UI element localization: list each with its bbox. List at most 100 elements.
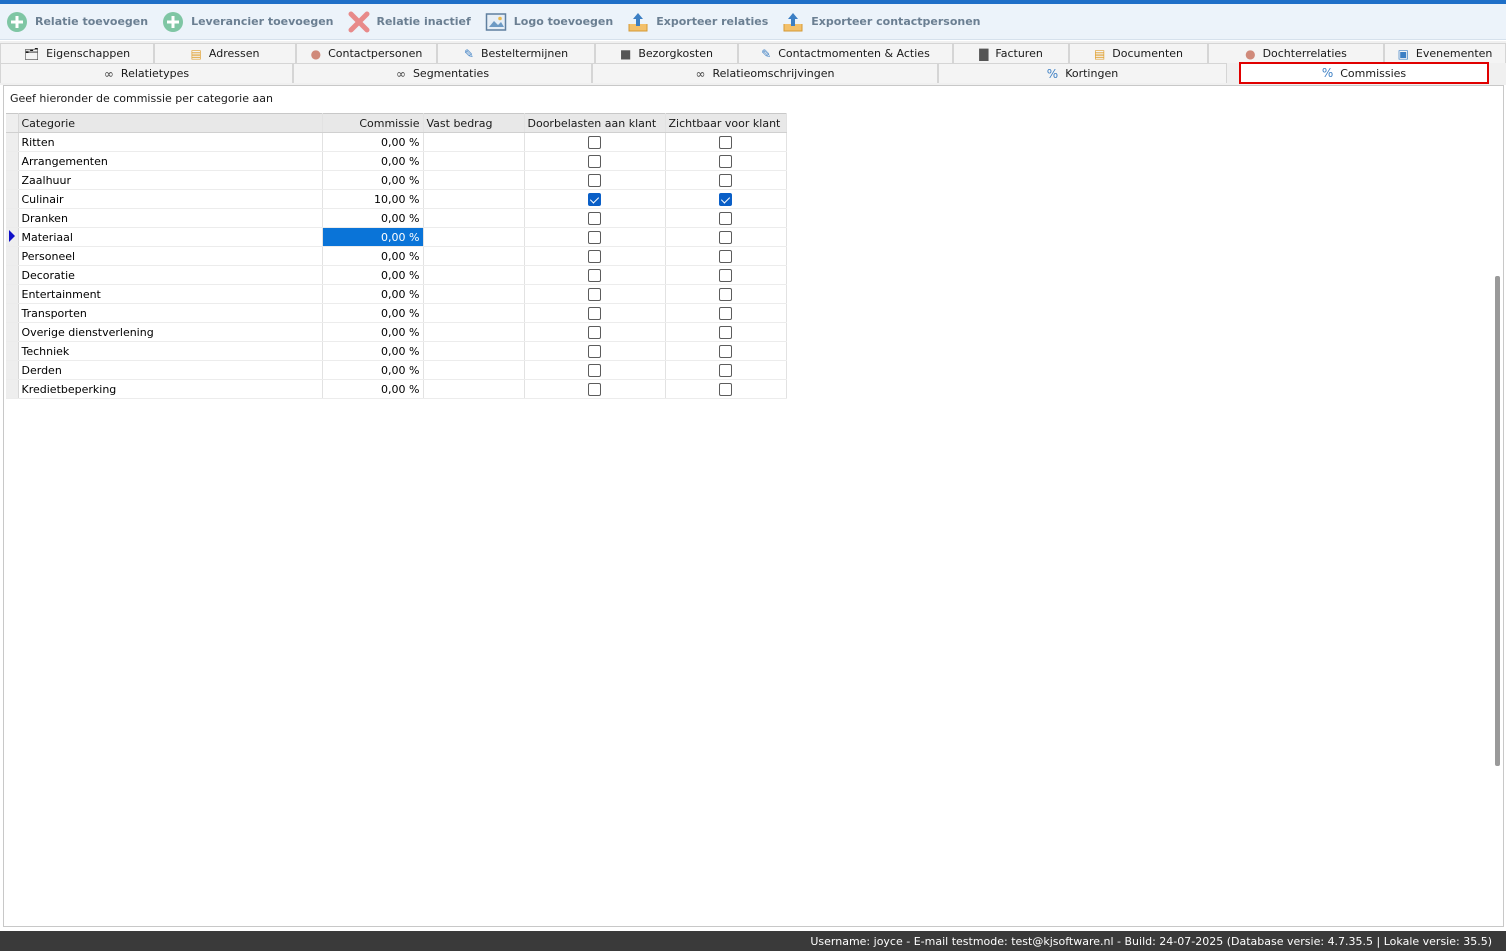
table-row[interactable]: Transporten 0,00 %: [6, 303, 787, 323]
zichtbaar-checkbox[interactable]: [719, 287, 732, 301]
tab-besteltermijnen[interactable]: ✎ Besteltermijnen: [437, 43, 595, 63]
cell-commissie[interactable]: 0,00 %: [322, 284, 424, 304]
table-row[interactable]: Personeel 0,00 %: [6, 246, 787, 266]
table-row[interactable]: Entertainment 0,00 %: [6, 284, 787, 304]
tab-kortingen[interactable]: % Kortingen: [938, 63, 1227, 83]
cell-categorie[interactable]: Techniek: [18, 341, 323, 361]
tab-eigenschappen[interactable]: 🗂 Eigenschappen: [0, 43, 154, 63]
table-row[interactable]: Arrangementen 0,00 %: [6, 151, 787, 171]
doorbelasten-checkbox[interactable]: [588, 268, 601, 282]
cell-categorie[interactable]: Overige dienstverlening: [18, 322, 323, 342]
cell-commissie[interactable]: 0,00 %: [322, 227, 424, 247]
cell-categorie[interactable]: Transporten: [18, 303, 323, 323]
row-indicator[interactable]: [6, 284, 19, 304]
row-indicator[interactable]: [6, 189, 19, 209]
doorbelasten-checkbox[interactable]: [588, 325, 601, 339]
tab-adressen[interactable]: ▤ Adressen: [154, 43, 296, 63]
tab-contactmomenten[interactable]: ✎ Contactmomenten & Acties: [738, 43, 953, 63]
table-row[interactable]: Materiaal 0,00 %: [6, 227, 787, 247]
table-row[interactable]: Zaalhuur 0,00 %: [6, 170, 787, 190]
cell-commissie[interactable]: 0,00 %: [322, 132, 424, 152]
tab-segmentaties[interactable]: ∞ Segmentaties: [293, 63, 592, 83]
cell-vast-bedrag[interactable]: [423, 246, 525, 266]
cell-commissie[interactable]: 10,00 %: [322, 189, 424, 209]
table-row[interactable]: Overige dienstverlening 0,00 %: [6, 322, 787, 342]
zichtbaar-checkbox[interactable]: [719, 192, 732, 206]
exporteer-relaties-button[interactable]: Exporteer relaties: [621, 8, 776, 36]
cell-vast-bedrag[interactable]: [423, 189, 525, 209]
vertical-scrollbar[interactable]: [1495, 276, 1500, 766]
column-header-commissie[interactable]: Commissie: [322, 113, 424, 133]
cell-vast-bedrag[interactable]: [423, 170, 525, 190]
tab-contactpersonen[interactable]: ● Contactpersonen: [296, 43, 437, 63]
doorbelasten-checkbox[interactable]: [588, 287, 601, 301]
doorbelasten-checkbox[interactable]: [588, 135, 601, 149]
tab-documenten[interactable]: ▤ Documenten: [1069, 43, 1208, 63]
cell-vast-bedrag[interactable]: [423, 132, 525, 152]
doorbelasten-checkbox[interactable]: [588, 344, 601, 358]
table-row[interactable]: Dranken 0,00 %: [6, 208, 787, 228]
zichtbaar-checkbox[interactable]: [719, 230, 732, 244]
cell-categorie[interactable]: Derden: [18, 360, 323, 380]
cell-categorie[interactable]: Decoratie: [18, 265, 323, 285]
column-header-zichtbaar[interactable]: Zichtbaar voor klant: [665, 113, 787, 133]
column-header-doorbelasten[interactable]: Doorbelasten aan klant: [524, 113, 666, 133]
cell-categorie[interactable]: Personeel: [18, 246, 323, 266]
cell-commissie[interactable]: 0,00 %: [322, 265, 424, 285]
relatie-toevoegen-button[interactable]: Relatie toevoegen: [0, 8, 156, 36]
doorbelasten-checkbox[interactable]: [588, 363, 601, 377]
doorbelasten-checkbox[interactable]: [588, 211, 601, 225]
zichtbaar-checkbox[interactable]: [719, 268, 732, 282]
cell-vast-bedrag[interactable]: [423, 227, 525, 247]
cell-vast-bedrag[interactable]: [423, 360, 525, 380]
cell-vast-bedrag[interactable]: [423, 322, 525, 342]
leverancier-toevoegen-button[interactable]: Leverancier toevoegen: [156, 8, 341, 36]
table-row[interactable]: Decoratie 0,00 %: [6, 265, 787, 285]
doorbelasten-checkbox[interactable]: [588, 154, 601, 168]
cell-commissie[interactable]: 0,00 %: [322, 246, 424, 266]
cell-categorie[interactable]: Materiaal: [18, 227, 323, 247]
row-indicator[interactable]: [6, 379, 19, 399]
zichtbaar-checkbox[interactable]: [719, 135, 732, 149]
cell-categorie[interactable]: Kredietbeperking: [18, 379, 323, 399]
tab-evenementen[interactable]: ▣ Evenementen: [1384, 43, 1506, 63]
table-row[interactable]: Ritten 0,00 %: [6, 132, 787, 152]
row-indicator[interactable]: [6, 303, 19, 323]
row-indicator[interactable]: [6, 151, 19, 171]
cell-vast-bedrag[interactable]: [423, 284, 525, 304]
cell-commissie[interactable]: 0,00 %: [322, 208, 424, 228]
doorbelasten-checkbox[interactable]: [588, 382, 601, 396]
cell-commissie[interactable]: 0,00 %: [322, 303, 424, 323]
tab-commissies[interactable]: % Commissies: [1239, 62, 1489, 84]
cell-categorie[interactable]: Entertainment: [18, 284, 323, 304]
cell-vast-bedrag[interactable]: [423, 379, 525, 399]
zichtbaar-checkbox[interactable]: [719, 249, 732, 263]
doorbelasten-checkbox[interactable]: [588, 192, 601, 206]
cell-vast-bedrag[interactable]: [423, 303, 525, 323]
cell-vast-bedrag[interactable]: [423, 151, 525, 171]
tab-relatieomschrijvingen[interactable]: ∞ Relatieomschrijvingen: [592, 63, 938, 83]
row-indicator[interactable]: [6, 360, 19, 380]
cell-categorie[interactable]: Culinair: [18, 189, 323, 209]
cell-vast-bedrag[interactable]: [423, 341, 525, 361]
doorbelasten-checkbox[interactable]: [588, 249, 601, 263]
table-row[interactable]: Techniek 0,00 %: [6, 341, 787, 361]
row-indicator[interactable]: [6, 227, 19, 247]
table-row[interactable]: Derden 0,00 %: [6, 360, 787, 380]
table-row[interactable]: Culinair 10,00 %: [6, 189, 787, 209]
doorbelasten-checkbox[interactable]: [588, 306, 601, 320]
row-indicator[interactable]: [6, 265, 19, 285]
cell-categorie[interactable]: Dranken: [18, 208, 323, 228]
tab-dochterrelaties[interactable]: ● Dochterrelaties: [1208, 43, 1384, 63]
zichtbaar-checkbox[interactable]: [719, 306, 732, 320]
tab-bezorgkosten[interactable]: ■ Bezorgkosten: [595, 43, 738, 63]
zichtbaar-checkbox[interactable]: [719, 363, 732, 377]
tab-relatietypes[interactable]: ∞ Relatietypes: [0, 63, 293, 83]
tab-facturen[interactable]: ▇ Facturen: [953, 43, 1069, 63]
row-indicator[interactable]: [6, 322, 19, 342]
row-indicator[interactable]: [6, 170, 19, 190]
cell-categorie[interactable]: Zaalhuur: [18, 170, 323, 190]
exporteer-contactpersonen-button[interactable]: Exporteer contactpersonen: [776, 8, 988, 36]
cell-categorie[interactable]: Arrangementen: [18, 151, 323, 171]
zichtbaar-checkbox[interactable]: [719, 382, 732, 396]
